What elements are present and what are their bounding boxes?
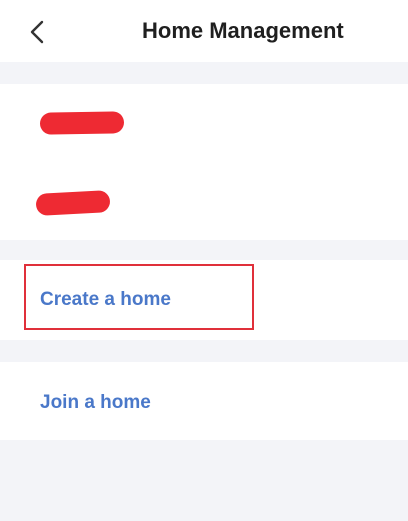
page-title: Home Management: [142, 18, 344, 43]
create-home-row[interactable]: Create a home: [0, 260, 408, 340]
join-home-label: Join a home: [40, 392, 151, 413]
create-home-label: Create a home: [40, 289, 171, 310]
home-list-item[interactable]: [0, 162, 408, 240]
top-bar: Home Management: [0, 0, 408, 62]
section-separator: [0, 240, 408, 260]
redacted-home-name: [39, 111, 125, 135]
section-separator: [0, 62, 408, 84]
redacted-home-name: [35, 190, 111, 216]
home-list-item[interactable]: [0, 84, 408, 162]
chevron-left-icon: [30, 20, 44, 44]
section-separator: [0, 340, 408, 362]
back-button[interactable]: [30, 14, 70, 50]
bottom-filler: [0, 440, 408, 521]
join-home-row[interactable]: Join a home: [0, 362, 408, 440]
